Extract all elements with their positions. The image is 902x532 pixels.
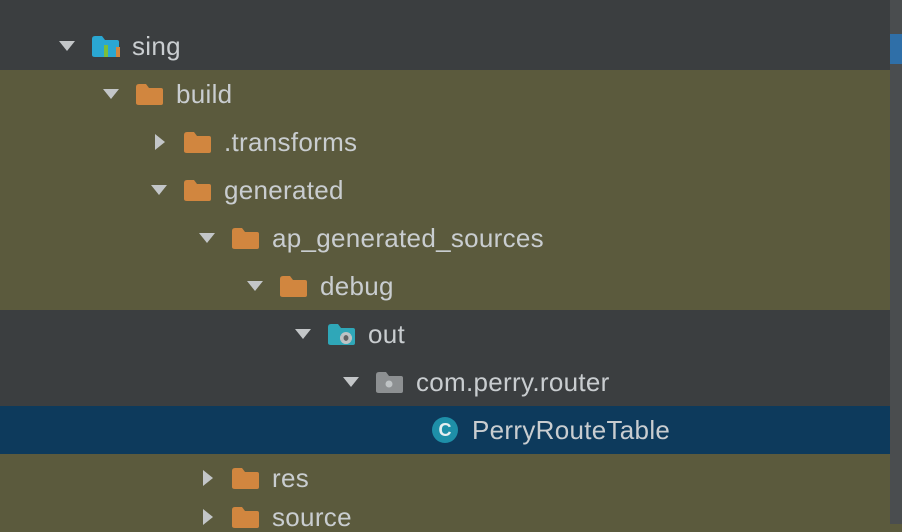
project-tree[interactable]: g sing build .transforms generated ap_ge… xyxy=(0,0,902,524)
tree-item-label: source xyxy=(272,504,352,530)
tree-row[interactable]: source xyxy=(0,502,902,532)
folder-icon xyxy=(182,175,212,205)
tree-row[interactable]: generated xyxy=(0,166,902,214)
chevron-right-icon[interactable] xyxy=(196,467,218,489)
tree-row-partial xyxy=(0,0,902,22)
tree-item-label: .transforms xyxy=(224,129,357,155)
module-icon xyxy=(90,31,120,61)
chevron-down-icon[interactable] xyxy=(100,83,122,105)
chevron-down-icon[interactable] xyxy=(244,275,266,297)
scrollbar-thumb[interactable] xyxy=(890,34,902,64)
tree-row[interactable]: com.perry.router xyxy=(0,358,902,406)
tree-item-label: debug xyxy=(320,273,394,299)
chevron-right-icon[interactable] xyxy=(148,131,170,153)
chevron-down-icon[interactable] xyxy=(148,179,170,201)
folder-icon xyxy=(134,79,164,109)
tree-row[interactable]: out xyxy=(0,310,902,358)
tree-item-label: PerryRouteTable xyxy=(472,417,670,443)
tree-item-label: out xyxy=(368,321,405,347)
folder-icon xyxy=(278,271,308,301)
tree-item-label: sing xyxy=(132,33,181,59)
tree-item-label: build xyxy=(176,81,232,107)
folder-icon xyxy=(182,127,212,157)
package-icon xyxy=(374,367,404,397)
tree-row[interactable]: debug xyxy=(0,262,902,310)
chevron-down-icon[interactable] xyxy=(56,35,78,57)
chevron-right-icon[interactable] xyxy=(196,506,218,528)
tree-item-label: ap_generated_sources xyxy=(272,225,544,251)
folder-icon xyxy=(230,463,260,493)
chevron-down-icon[interactable] xyxy=(292,323,314,345)
tree-row[interactable]: sing xyxy=(0,22,902,70)
tree-item-label: res xyxy=(272,465,309,491)
folder-icon xyxy=(230,502,260,532)
tree-row-selected[interactable]: PerryRouteTable xyxy=(0,406,902,454)
tree-item-label: generated xyxy=(224,177,344,203)
class-icon xyxy=(430,415,460,445)
tree-row[interactable]: res xyxy=(0,454,902,502)
tree-item-label: com.perry.router xyxy=(416,369,610,395)
tree-row[interactable]: ap_generated_sources xyxy=(0,214,902,262)
tree-row[interactable]: build xyxy=(0,70,902,118)
tree-row[interactable]: .transforms xyxy=(0,118,902,166)
chevron-down-icon[interactable] xyxy=(340,371,362,393)
folder-icon xyxy=(230,223,260,253)
generated-folder-icon xyxy=(326,319,356,349)
chevron-down-icon[interactable] xyxy=(196,227,218,249)
vertical-scrollbar[interactable] xyxy=(890,0,902,524)
